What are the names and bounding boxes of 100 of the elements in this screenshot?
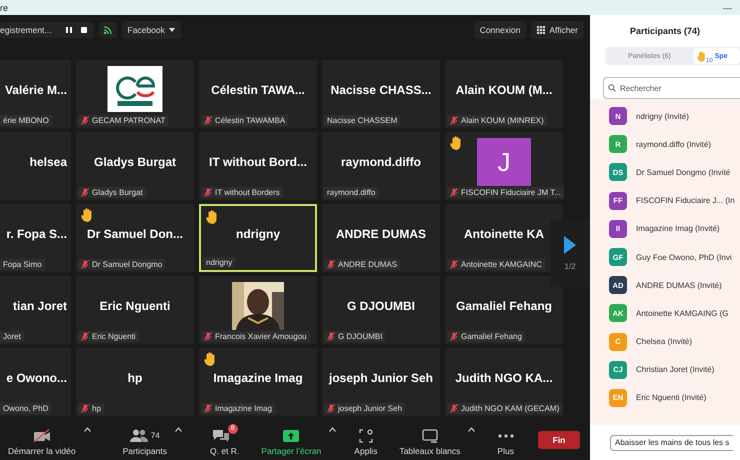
participant-name: Alain KOUM (M... xyxy=(456,83,552,99)
participant-label: Imagazine Imag xyxy=(215,404,272,413)
video-tile[interactable]: Judith NGO KA... Judith NGO KAM (GECAM) xyxy=(445,348,563,416)
caret-icon[interactable] xyxy=(468,427,476,432)
connection-button[interactable]: Connexion xyxy=(474,21,526,39)
participant-label: joseph Junior Seh xyxy=(338,404,402,413)
video-tile[interactable]: GECAM PATRONAT xyxy=(76,60,194,128)
chat-bubbles-icon xyxy=(212,428,230,442)
participant-name: ndrigny (Invité) xyxy=(636,112,689,121)
participant-name: FISCOFIN Fiduciaire J... (In xyxy=(636,196,735,206)
participant-name: IT without Bord... xyxy=(209,155,307,171)
video-tile[interactable]: hp hp xyxy=(76,348,194,416)
video-tile[interactable]: r. Fopa S... Fopa Simo xyxy=(0,204,71,272)
search-field[interactable]: Rechercher xyxy=(603,77,740,99)
next-page-arrow-icon[interactable] xyxy=(564,236,576,254)
participant-label: Eric Nguenti xyxy=(92,332,136,341)
participant-label: Gladys Burgat xyxy=(92,188,143,197)
participant-label: GECAM PATRONAT xyxy=(92,116,166,125)
grid-icon xyxy=(537,26,546,34)
participants-toolbar-button[interactable]: 74 Participants xyxy=(122,424,167,456)
participant-name: raymond.diffo (Invité) xyxy=(636,140,711,149)
participant-label: hp xyxy=(92,404,101,413)
video-tile[interactable]: G DJOUMBI G DJOUMBI xyxy=(322,276,440,344)
participant-name: Imagazine Imag (Invité) xyxy=(636,224,720,234)
apps-icon xyxy=(358,428,373,442)
participant-name: Dr Samuel Dongmo (Invité xyxy=(636,168,730,177)
video-tile[interactable]: ndrigny ndrigny xyxy=(199,204,317,272)
participant-name: helsea xyxy=(30,155,68,171)
participant-name: joseph Junior Seh xyxy=(328,371,433,387)
caret-icon[interactable] xyxy=(84,427,91,432)
video-tile[interactable]: Nacisse CHASS... Nacisse CHASSEM xyxy=(322,60,440,128)
video-tile[interactable]: Gladys Burgat Gladys Burgat xyxy=(76,132,194,200)
video-tile[interactable]: Dr Samuel Don... Dr Samuel Dongmo xyxy=(76,204,194,272)
end-button[interactable]: Fin xyxy=(538,431,580,449)
video-tile[interactable]: J FISCOFIN Fiduciaire JM T... xyxy=(445,132,563,200)
search-icon xyxy=(608,84,616,92)
participant-name: Valérie M... xyxy=(4,83,68,99)
stop-icon[interactable] xyxy=(80,26,88,34)
participant-label: Gamaliel Fehang xyxy=(461,332,522,341)
participant-label: Judith NGO KAM (GECAM) xyxy=(461,404,560,413)
stream-target-dropdown[interactable]: Facebook xyxy=(122,21,181,39)
participant-label: Célestin TAWAMBA xyxy=(215,116,286,125)
participant-label: érie MBONO xyxy=(3,116,49,125)
avatar: J xyxy=(477,138,531,186)
video-tile[interactable]: helsea xyxy=(0,132,71,200)
participant-name: Célestin TAWA... xyxy=(211,83,305,99)
video-tile[interactable]: Alain KOUM (M... Alain KOUM (MINREX) xyxy=(445,60,563,128)
participant-name: Nacisse CHASS... xyxy=(330,83,432,99)
video-tile[interactable]: ANDRE DUMAS ANDRE DUMAS xyxy=(322,204,440,272)
pause-icon[interactable] xyxy=(64,26,72,34)
participant-name: tian Joret xyxy=(12,299,68,315)
next-page-panel[interactable]: 1/2 xyxy=(550,220,590,287)
video-tile[interactable]: IT without Bord... IT without Borders xyxy=(199,132,317,200)
lower-all-hands-button[interactable]: Abaisser les mains de tous les s xyxy=(610,434,734,450)
video-tile[interactable]: raymond.diffo raymond.diffo xyxy=(322,132,440,200)
participant-name: Imagazine Imag xyxy=(213,371,303,387)
participant-label: Antoinette KAMGAINC xyxy=(461,260,542,269)
whiteboard-icon xyxy=(422,428,438,442)
video-tile[interactable]: Valérie M... érie MBONO xyxy=(0,60,71,128)
caret-icon[interactable] xyxy=(174,427,182,432)
participant-name: hp xyxy=(128,371,142,387)
participant-label: raymond.diffo xyxy=(327,188,376,197)
more-toolbar-button[interactable]: Plus xyxy=(497,424,514,456)
caret-icon[interactable] xyxy=(329,427,336,432)
participant-name: G DJOUMBI xyxy=(346,299,415,315)
video-tile[interactable]: Imagazine Imag Imagazine Imag xyxy=(199,348,317,416)
video-toolbar-button[interactable]: Démarrer la vidéo xyxy=(8,424,76,456)
video-tile[interactable]: Francois Xavier Amougou xyxy=(199,276,317,344)
live-stream-button[interactable] xyxy=(98,22,116,38)
participant-label: Nacisse CHASSEM xyxy=(327,116,398,125)
page-indicator: 1/2 xyxy=(564,262,576,271)
participant-name: Gladys Burgat xyxy=(94,155,176,171)
window-title: re xyxy=(0,2,8,12)
video-tile[interactable]: Célestin TAWA... Célestin TAWAMBA xyxy=(199,60,317,128)
participant-name: ANDRE DUMAS xyxy=(336,227,426,243)
recording-control[interactable]: egistrement... xyxy=(0,22,94,38)
video-tile[interactable]: tian Joret Joret xyxy=(0,276,71,344)
view-button[interactable]: Afficher xyxy=(531,21,584,39)
participant-name: Guy Foe Owono, PhD (Invi xyxy=(636,252,732,262)
minimize-button[interactable]: — xyxy=(723,2,732,12)
participant-label: Alain KOUM (MINREX) xyxy=(461,116,544,125)
participant-label: FISCOFIN Fiduciaire JM T... xyxy=(461,188,561,197)
people-icon xyxy=(130,429,148,442)
participant-label: ndrigny xyxy=(206,258,232,267)
share-toolbar-button[interactable]: Partager l’écran xyxy=(261,424,322,456)
recording-label: egistrement... xyxy=(0,25,52,35)
participant-name: Dr Samuel Don... xyxy=(86,227,184,243)
video-tile[interactable]: Antoinette KA Antoinette KAMGAINC xyxy=(445,204,563,272)
participant-name: r. Fopa S... xyxy=(6,227,68,243)
video-tile[interactable]: Gamaliel Fehang Gamaliel Fehang xyxy=(445,276,563,344)
participant-label: ANDRE DUMAS xyxy=(338,260,398,269)
participant-name: Eric Nguenti xyxy=(100,299,170,315)
participant-label: IT without Borders xyxy=(215,188,280,197)
broadcast-icon xyxy=(102,25,112,35)
video-tile[interactable]: joseph Junior Seh joseph Junior Seh xyxy=(322,348,440,416)
apps-toolbar-button[interactable]: Applis xyxy=(354,424,378,456)
video-tile[interactable]: Eric Nguenti Eric Nguenti xyxy=(76,276,194,344)
more-icon xyxy=(498,434,514,438)
video-tile[interactable]: e Owono... Owono, PhD xyxy=(0,348,71,416)
whiteboard-toolbar-button[interactable]: Tableaux blancs xyxy=(399,424,460,456)
